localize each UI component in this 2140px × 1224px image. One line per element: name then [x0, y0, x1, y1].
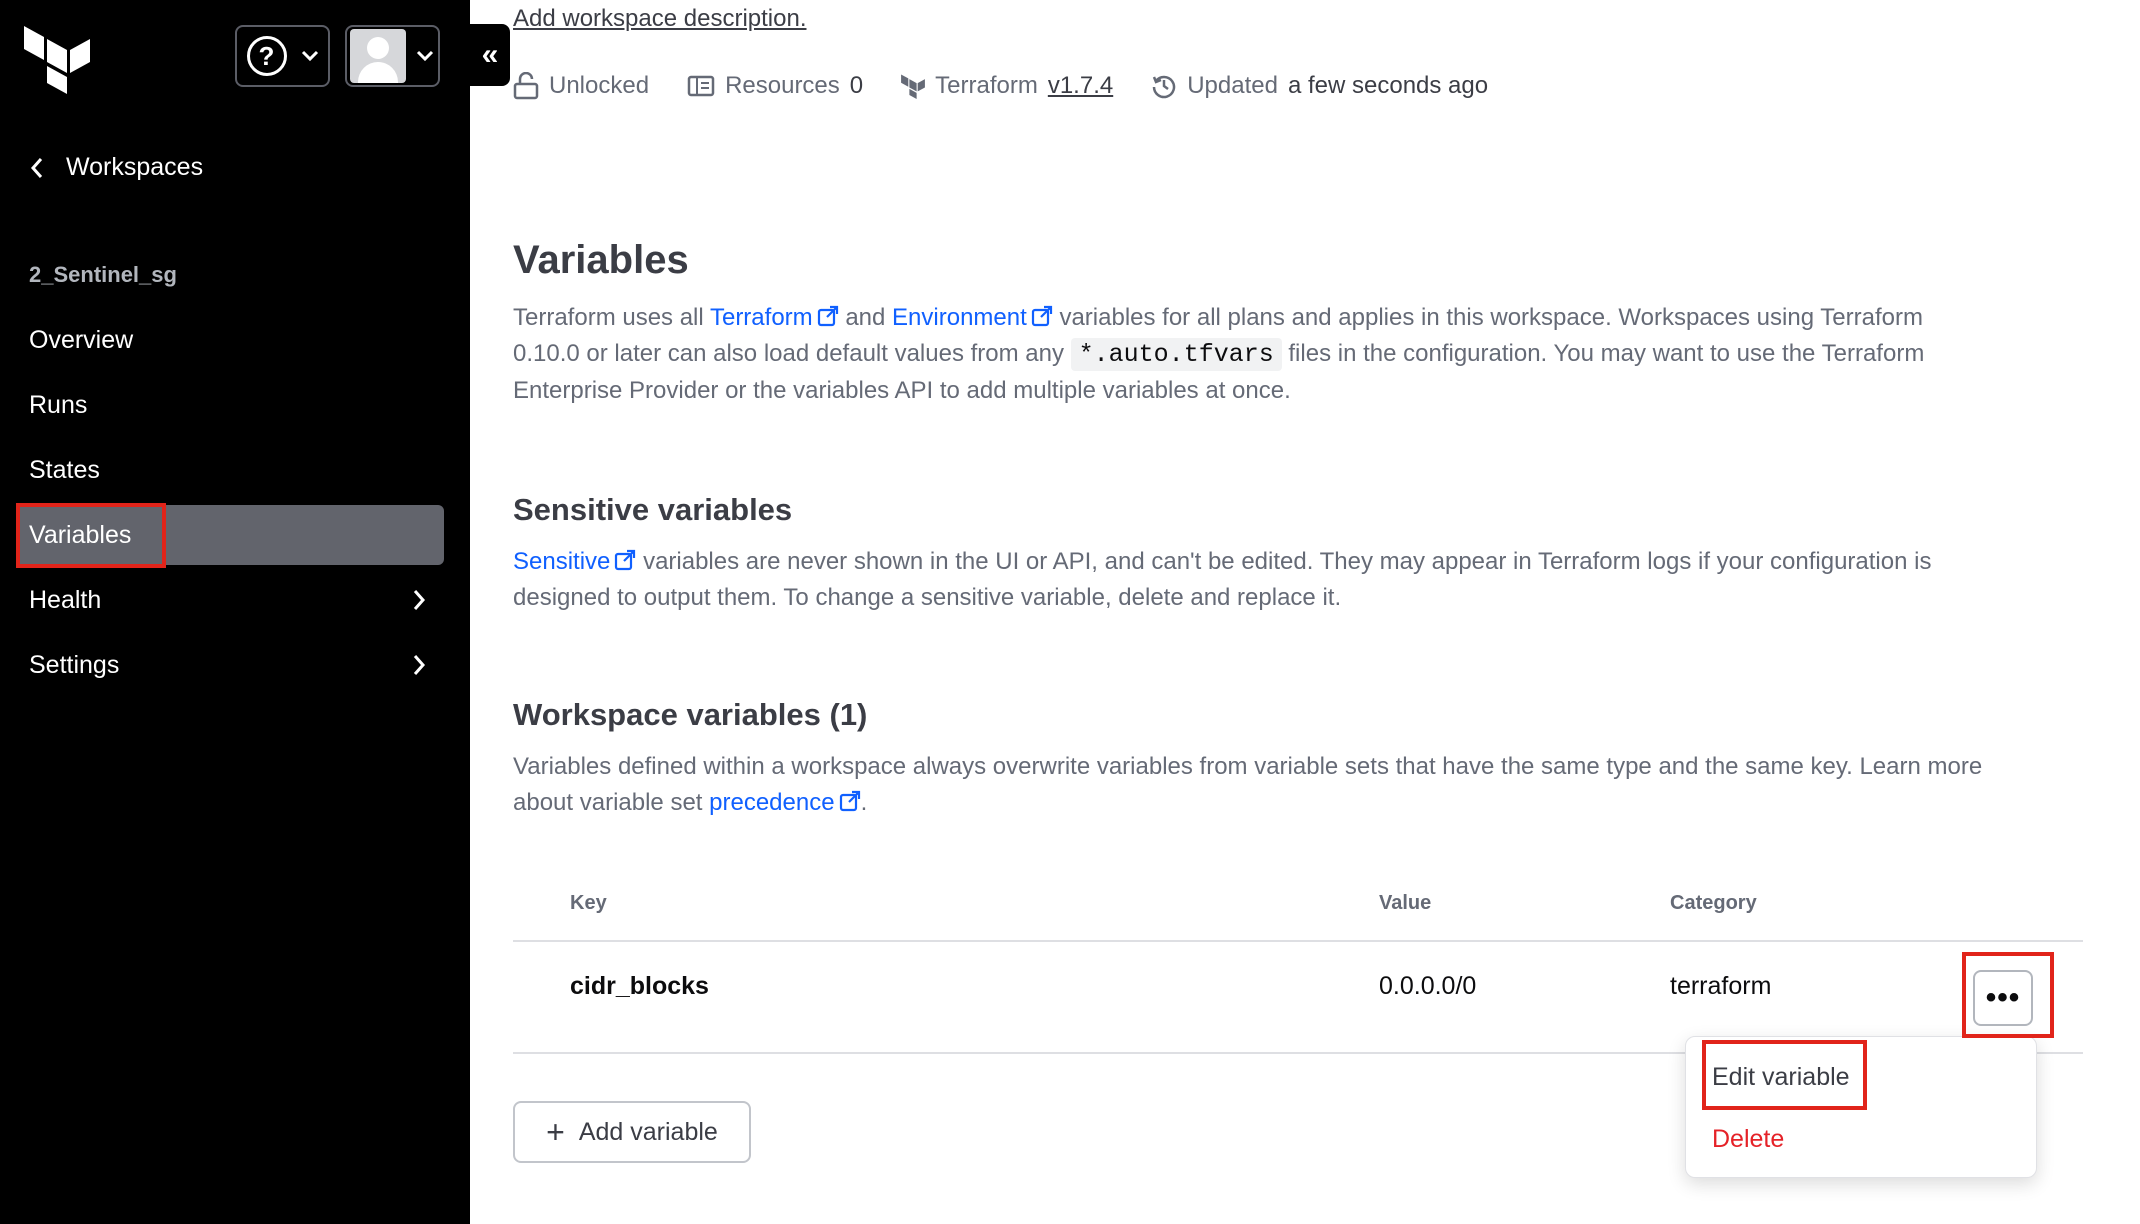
avatar: [350, 29, 406, 83]
back-to-workspaces-link[interactable]: Workspaces: [30, 153, 203, 182]
variables-intro: Terraform uses all Terraform and Environ…: [513, 300, 2073, 409]
updated-time: Updated a few seconds ago: [1151, 72, 1488, 100]
intro-text: and: [845, 304, 886, 331]
sensitive-description: Sensitive variables are never shown in t…: [513, 544, 2073, 616]
main-content: Add workspace description. Unlocked Reso…: [513, 0, 2140, 1224]
variable-key: cidr_blocks: [570, 972, 709, 1000]
intro-text: files in the configuration. You may want…: [1288, 340, 1925, 367]
resources-label: Resources: [725, 72, 840, 99]
chevron-left-icon: [30, 157, 43, 178]
sidebar-item-overview[interactable]: Overview: [16, 310, 444, 370]
sidebar: ? Workspaces 2_Sentinel_sg Overview Runs…: [0, 0, 470, 1224]
row-actions-button[interactable]: •••: [1973, 970, 2033, 1026]
sensitive-variables-heading: Sensitive variables: [513, 492, 793, 527]
environment-docs-link[interactable]: Environment: [892, 304, 1053, 331]
external-link-icon: [817, 305, 838, 327]
sidebar-item-runs[interactable]: Runs: [16, 375, 444, 435]
add-variable-label: Add variable: [578, 1117, 718, 1146]
workspace-meta: Unlocked Resources 0 Terraform v1.7.4 Up…: [513, 72, 1488, 100]
external-link-icon: [615, 549, 636, 571]
sidebar-item-label: States: [29, 455, 100, 484]
column-header-key: Key: [570, 892, 607, 914]
sensitive-docs-link[interactable]: Sensitive: [513, 548, 636, 575]
lock-status-label: Unlocked: [549, 72, 650, 99]
sidebar-item-health[interactable]: Health: [16, 570, 444, 630]
collapse-sidebar-button[interactable]: «: [470, 24, 510, 86]
sidebar-item-label: Variables: [29, 520, 132, 549]
help-icon: ?: [246, 36, 287, 76]
intro-text: Terraform uses all: [513, 304, 704, 331]
precedence-link-label: precedence: [709, 789, 835, 816]
tfvars-code: *.auto.tfvars: [1070, 338, 1282, 371]
help-menu-button[interactable]: ?: [235, 25, 330, 87]
updated-label: Updated: [1187, 72, 1278, 99]
terraform-logo-icon[interactable]: [24, 22, 90, 94]
sidebar-item-label: Health: [29, 585, 102, 614]
workspace-variables-description: Variables defined within a workspace alw…: [513, 749, 2093, 821]
chevron-down-icon: [416, 50, 434, 62]
sidebar-item-states[interactable]: States: [16, 440, 444, 500]
terraform-label: Terraform: [935, 72, 1038, 99]
history-icon: [1152, 75, 1176, 99]
resources-icon: [687, 75, 715, 97]
chevron-right-icon: [413, 590, 426, 610]
sidebar-item-settings[interactable]: Settings: [16, 635, 444, 695]
variable-category: terraform: [1670, 972, 1772, 1000]
plus-icon: +: [546, 1114, 565, 1150]
workspace-vars-text: .: [860, 789, 868, 816]
sidebar-item-label: Overview: [29, 325, 134, 354]
sensitive-text: variables are never shown in the UI or A…: [643, 548, 1932, 575]
add-variable-button[interactable]: + Add variable: [513, 1101, 751, 1163]
workspace-vars-text: about variable set: [513, 789, 703, 816]
user-menu-button[interactable]: [345, 25, 440, 87]
sidebar-item-label: Runs: [29, 390, 88, 419]
resources-count: Resources 0: [687, 72, 863, 100]
sidebar-item-label: Settings: [29, 650, 120, 679]
chevron-right-icon: [413, 655, 426, 675]
back-link-label: Workspaces: [66, 153, 204, 181]
variable-value: 0.0.0.0/0: [1379, 972, 1477, 1000]
row-actions-menu: Edit variable Delete: [1685, 1036, 2037, 1178]
environment-link-label: Environment: [892, 304, 1027, 331]
column-header-value: Value: [1379, 892, 1432, 914]
chevron-down-icon: [301, 50, 318, 62]
variables-table-header: Key Value Category: [513, 872, 2083, 942]
workspace-vars-text: Variables defined within a workspace alw…: [513, 753, 1983, 780]
edit-variable-menu-item[interactable]: Edit variable: [1712, 1063, 1850, 1092]
external-link-icon: [839, 790, 860, 812]
workspace-name: 2_Sentinel_sg: [29, 262, 177, 287]
sensitive-link-label: Sensitive: [513, 548, 611, 575]
terraform-link-label: Terraform: [709, 304, 813, 331]
delete-variable-menu-item[interactable]: Delete: [1712, 1125, 1784, 1154]
terraform-version-link[interactable]: v1.7.4: [1048, 72, 1113, 100]
unlock-icon: [513, 72, 539, 100]
intro-text: Enterprise Provider or the variables API…: [513, 377, 1291, 404]
column-header-category: Category: [1670, 892, 1757, 914]
workspace-variables-heading: Workspace variables (1): [513, 697, 868, 732]
double-chevron-left-icon: «: [481, 38, 499, 71]
terraform-icon: [901, 74, 926, 99]
more-horizontal-icon: •••: [1985, 981, 2021, 1014]
intro-text: 0.10.0 or later can also load default va…: [513, 340, 1064, 367]
external-link-icon: [1031, 305, 1052, 327]
precedence-docs-link[interactable]: precedence: [709, 789, 860, 816]
intro-text: variables for all plans and applies in t…: [1059, 304, 1923, 331]
terraform-docs-link[interactable]: Terraform: [710, 304, 839, 331]
resources-value: 0: [849, 72, 864, 99]
lock-status: Unlocked: [513, 72, 649, 100]
terraform-version: Terraform v1.7.4: [901, 72, 1113, 100]
add-description-link[interactable]: Add workspace description.: [513, 5, 806, 33]
sensitive-text: designed to output them. To change a sen…: [513, 584, 1342, 611]
updated-value: a few seconds ago: [1287, 72, 1489, 99]
page-title: Variables: [513, 238, 689, 282]
sidebar-item-variables[interactable]: Variables: [16, 505, 444, 565]
